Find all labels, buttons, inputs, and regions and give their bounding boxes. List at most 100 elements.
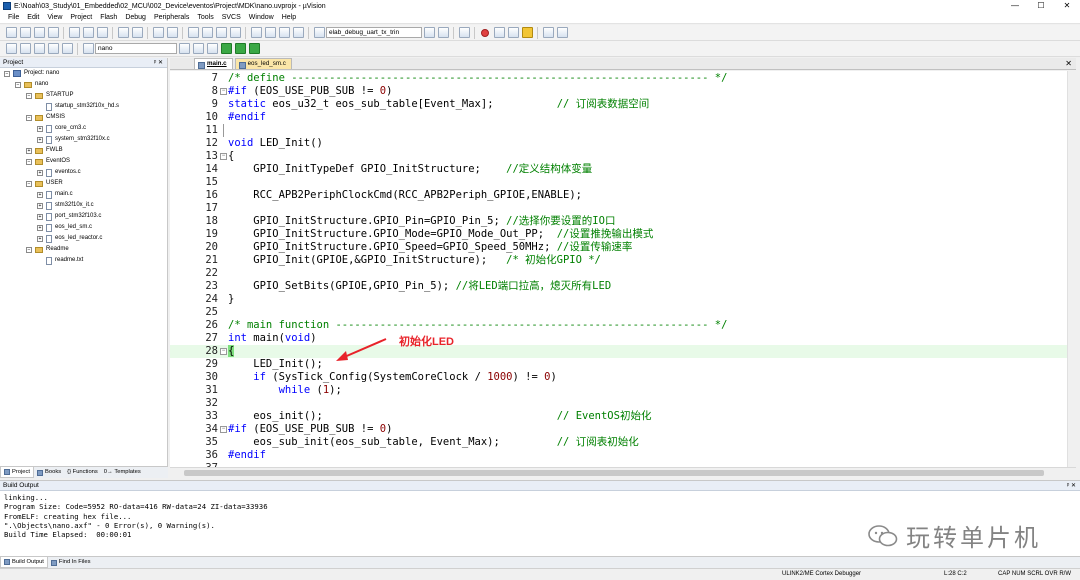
- menu-project[interactable]: Project: [66, 14, 96, 21]
- undo-icon[interactable]: [117, 27, 129, 38]
- menu-view[interactable]: View: [43, 14, 66, 21]
- panel-pin-icon[interactable]: ᵖ ✕: [154, 58, 163, 68]
- translate-icon[interactable]: [5, 43, 17, 54]
- pack-installer-icon[interactable]: [248, 43, 260, 54]
- prev-bookmark-icon[interactable]: [201, 27, 213, 38]
- tree-item[interactable]: + main.c: [0, 189, 167, 200]
- menu-peripherals[interactable]: Peripherals: [150, 14, 193, 21]
- clear-bookmarks-icon[interactable]: [229, 27, 241, 38]
- nav-forward-icon[interactable]: [166, 27, 178, 38]
- tree-item[interactable]: − Readme: [0, 244, 167, 255]
- expand-icon[interactable]: +: [37, 202, 43, 209]
- rebuild-icon[interactable]: [33, 43, 45, 54]
- run-time-env-icon[interactable]: [234, 43, 246, 54]
- target-select[interactable]: nano: [95, 43, 177, 54]
- save-icon[interactable]: [33, 27, 45, 38]
- expand-icon[interactable]: +: [26, 147, 32, 154]
- expand-icon[interactable]: +: [37, 136, 43, 143]
- paste-icon[interactable]: [96, 27, 108, 38]
- uncomment-icon[interactable]: [292, 27, 304, 38]
- tree-item[interactable]: + eos_led_reactor.c: [0, 233, 167, 244]
- tab-main-c[interactable]: main.c: [194, 58, 233, 69]
- tree-item[interactable]: − nano: [0, 79, 167, 90]
- tab-templates[interactable]: 0→ Templates: [101, 467, 144, 478]
- tab-build-output[interactable]: Build Output: [0, 557, 48, 568]
- code-line[interactable]: 28−{: [170, 345, 1076, 358]
- code-line[interactable]: 11: [170, 124, 1076, 137]
- code-line[interactable]: 15: [170, 176, 1076, 189]
- next-bookmark-icon[interactable]: [215, 27, 227, 38]
- code-line[interactable]: 30 if (SysTick_Config(SystemCoreClock / …: [170, 371, 1076, 384]
- tree-item[interactable]: − CMSIS: [0, 112, 167, 123]
- scrollbar-thumb[interactable]: [184, 470, 1044, 476]
- nav-back-icon[interactable]: [152, 27, 164, 38]
- tree-item[interactable]: + port_stm32f103.c: [0, 211, 167, 222]
- breakpoint-icon[interactable]: [481, 28, 489, 37]
- unindent-icon[interactable]: [264, 27, 276, 38]
- code-line[interactable]: 22: [170, 267, 1076, 280]
- redo-icon[interactable]: [131, 27, 143, 38]
- debug-session-icon[interactable]: [458, 27, 470, 38]
- find-in-files-icon[interactable]: [313, 27, 325, 38]
- find-combo[interactable]: elab_debug_uart_tx_trin: [326, 27, 422, 38]
- code-line[interactable]: 8− #if (EOS_USE_PUB_SUB != 0): [170, 85, 1076, 98]
- new-file-icon[interactable]: [5, 27, 17, 38]
- menu-svcs[interactable]: SVCS: [218, 14, 245, 21]
- expand-icon[interactable]: +: [37, 213, 43, 220]
- maximize-button[interactable]: ☐: [1028, 0, 1054, 12]
- close-editor-icon[interactable]: ✕: [1065, 58, 1072, 70]
- expand-icon[interactable]: +: [37, 125, 43, 132]
- expand-icon[interactable]: +: [37, 191, 43, 198]
- collapse-icon[interactable]: −: [4, 70, 10, 77]
- code-line[interactable]: 34− #if (EOS_USE_PUB_SUB != 0): [170, 423, 1076, 436]
- code-line[interactable]: 25: [170, 306, 1076, 319]
- editor-horizontal-scrollbar[interactable]: [170, 467, 1076, 478]
- tree-item[interactable]: − USER: [0, 178, 167, 189]
- target-options-icon[interactable]: [178, 43, 190, 54]
- collapse-icon[interactable]: −: [26, 92, 32, 99]
- code-line[interactable]: 18 GPIO_InitStructure.GPIO_Pin=GPIO_Pin_…: [170, 215, 1076, 228]
- expand-icon[interactable]: +: [37, 169, 43, 176]
- code-editor[interactable]: 7 /* define -----------------------------…: [170, 71, 1076, 467]
- menu-flash[interactable]: Flash: [96, 14, 121, 21]
- menu-tools[interactable]: Tools: [193, 14, 217, 21]
- collapse-icon[interactable]: −: [26, 246, 32, 253]
- menu-debug[interactable]: Debug: [121, 14, 150, 21]
- tree-item[interactable]: − EventOS: [0, 156, 167, 167]
- batch-build-icon[interactable]: [47, 43, 59, 54]
- tab-find-in-files[interactable]: Find In Files: [48, 557, 94, 568]
- fold-toggle-icon[interactable]: −: [220, 153, 227, 160]
- kill-breakpoints-icon[interactable]: [507, 27, 519, 38]
- tab-books[interactable]: Books: [34, 467, 64, 478]
- code-line[interactable]: 36 #endif: [170, 449, 1076, 462]
- code-line[interactable]: 27 int main(void): [170, 332, 1076, 345]
- menu-edit[interactable]: Edit: [23, 14, 43, 21]
- tree-item[interactable]: + system_stm32f10x.c: [0, 134, 167, 145]
- tab-functions[interactable]: {} Functions: [64, 467, 101, 478]
- code-line[interactable]: 7 /* define -----------------------------…: [170, 72, 1076, 85]
- code-line[interactable]: 10 #endif: [170, 111, 1076, 124]
- code-line[interactable]: 23 GPIO_SetBits(GPIOE,GPIO_Pin_5); //将LE…: [170, 280, 1076, 293]
- tab-eos-led-sm-c[interactable]: eos_led_sm.c: [234, 58, 292, 69]
- expand-icon[interactable]: +: [37, 224, 43, 231]
- tree-item[interactable]: readme.txt: [0, 255, 167, 266]
- tab-project[interactable]: Project: [0, 467, 35, 478]
- code-line[interactable]: 32: [170, 397, 1076, 410]
- code-line[interactable]: 26 /* main function ---------------------…: [170, 319, 1076, 332]
- code-line[interactable]: 21 GPIO_Init(GPIOE,&GPIO_InitStructure);…: [170, 254, 1076, 267]
- build-icon[interactable]: [19, 43, 31, 54]
- fold-toggle-icon[interactable]: −: [220, 88, 227, 95]
- code-line[interactable]: 29 LED_Init();: [170, 358, 1076, 371]
- collapse-icon[interactable]: −: [26, 114, 32, 121]
- tools-icon[interactable]: [556, 27, 568, 38]
- code-line[interactable]: 13−{: [170, 150, 1076, 163]
- manage-packs-icon[interactable]: [206, 43, 218, 54]
- manage-project-icon[interactable]: [192, 43, 204, 54]
- tree-item[interactable]: + FWLB: [0, 145, 167, 156]
- indent-icon[interactable]: [250, 27, 262, 38]
- code-line[interactable]: 17: [170, 202, 1076, 215]
- comment-icon[interactable]: [278, 27, 290, 38]
- code-line[interactable]: 9 static eos_u32_t eos_sub_table[Event_Ma…: [170, 98, 1076, 111]
- bookmark-icon[interactable]: [187, 27, 199, 38]
- tree-item[interactable]: + eos_led_sm.c: [0, 222, 167, 233]
